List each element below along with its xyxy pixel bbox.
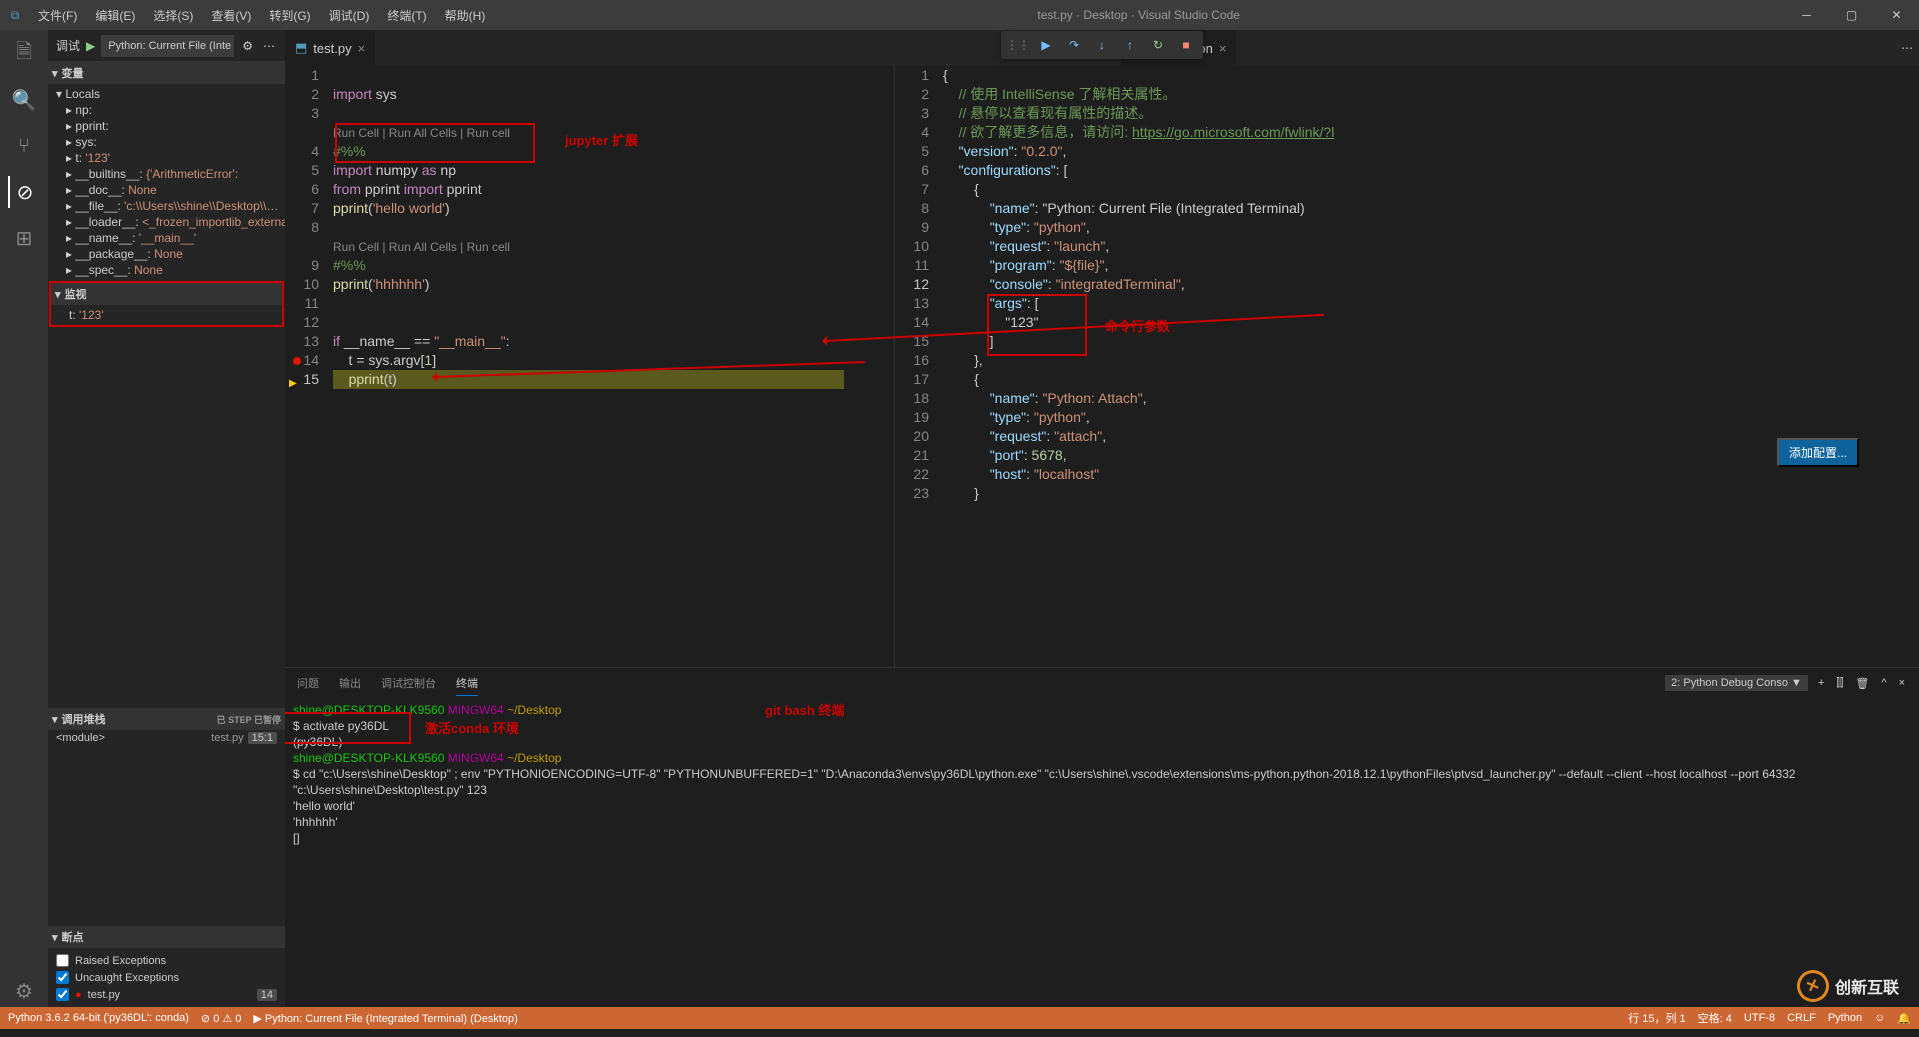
- variable-row[interactable]: ▸ __builtins__: {'ArithmeticError':: [48, 166, 285, 182]
- debug-sidebar: 调试 ▶ Python: Current File (Inte ▼ ⚙ ⋯ ▾变…: [48, 30, 285, 1007]
- minimize-button[interactable]: ─: [1784, 0, 1829, 30]
- stop-button[interactable]: ■: [1173, 32, 1199, 58]
- debug-more-icon[interactable]: ⋯: [261, 37, 277, 55]
- status-eol[interactable]: CRLF: [1787, 1012, 1816, 1024]
- locals-header[interactable]: ▾ Locals: [48, 86, 285, 102]
- maximize-button[interactable]: ▢: [1829, 0, 1874, 30]
- close-tab-icon[interactable]: ×: [1219, 41, 1227, 56]
- variable-row[interactable]: ▸ __file__: 'c:\\Users\\shine\\Desktop\\…: [48, 198, 285, 214]
- step-out-button[interactable]: ↑: [1117, 32, 1143, 58]
- editor-tab-bar: ⬒test.py× ⋮⋮ ▶ ↷ ↓ ↑ ↻ ■ ⫿⫿⋯ {}launch.js…: [285, 30, 1919, 66]
- status-bell-icon[interactable]: 🔔: [1897, 1012, 1911, 1025]
- terminal-line: $ activate py36DL: [293, 718, 1911, 734]
- minimap[interactable]: [844, 66, 894, 667]
- status-pos[interactable]: 行 15，列 1: [1628, 1010, 1685, 1026]
- panel-debug-console[interactable]: 调试控制台: [381, 671, 436, 695]
- search-icon[interactable]: 🔍: [8, 84, 40, 116]
- close-button[interactable]: ✕: [1874, 0, 1919, 30]
- debug-label: 调试: [56, 37, 80, 54]
- start-debug-button[interactable]: ▶: [86, 39, 95, 53]
- editor-left: 1234567891011121314▶15 import sysRun Cel…: [285, 66, 895, 667]
- terminal-line: 'hello world': [293, 798, 1911, 814]
- kill-terminal-icon[interactable]: 🗑: [1853, 675, 1871, 692]
- terminal-line: (py36DL): [293, 734, 1911, 750]
- scm-icon[interactable]: ⑂: [8, 130, 40, 162]
- variable-row[interactable]: ▸ pprint:: [48, 118, 285, 134]
- close-tab-icon[interactable]: ×: [358, 41, 366, 56]
- menu-goto[interactable]: 转到(G): [261, 3, 318, 28]
- editor-right: 1234567891011121314151617181920212223 { …: [895, 66, 1919, 667]
- variable-row[interactable]: ▸ __spec__: None: [48, 262, 285, 278]
- debug-config-dropdown[interactable]: Python: Current File (Inte ▼: [101, 35, 234, 57]
- menu-select[interactable]: 选择(S): [145, 3, 201, 28]
- status-spaces[interactable]: 空格: 4: [1698, 1010, 1732, 1026]
- panel-output[interactable]: 输出: [339, 671, 361, 695]
- watermark: ✕创新互联: [1797, 970, 1899, 1002]
- settings-icon[interactable]: ⚙: [8, 975, 40, 1007]
- explorer-icon[interactable]: 🗎: [8, 38, 40, 70]
- variable-row[interactable]: ▸ __loader__: <_frozen_importlib_externa…: [48, 214, 285, 230]
- terminal-dropdown[interactable]: 2: Python Debug Conso ▼: [1665, 675, 1808, 691]
- menu-bar: 文件(F) 编辑(E) 选择(S) 查看(V) 转到(G) 调试(D) 终端(T…: [30, 3, 493, 28]
- step-over-button[interactable]: ↷: [1061, 32, 1087, 58]
- step-into-button[interactable]: ↓: [1089, 32, 1115, 58]
- menu-edit[interactable]: 编辑(E): [87, 3, 143, 28]
- menu-terminal[interactable]: 终端(T): [379, 3, 434, 28]
- debug-icon[interactable]: ⊘: [8, 176, 40, 208]
- maximize-panel-icon[interactable]: ^: [1879, 675, 1888, 691]
- debug-settings-icon[interactable]: ⚙: [240, 37, 255, 55]
- watch-item[interactable]: t: '123': [51, 307, 282, 323]
- terminal-line: []: [293, 830, 1911, 846]
- minimap[interactable]: [1869, 66, 1919, 667]
- bp-uncaught[interactable]: Uncaught Exceptions: [48, 969, 285, 986]
- callstack-header[interactable]: ▾调用堆栈已 STEP 已暂停: [48, 708, 285, 730]
- continue-button[interactable]: ▶: [1033, 32, 1059, 58]
- status-feedback[interactable]: ☺: [1874, 1012, 1885, 1024]
- terminal-line: shine@DESKTOP-KLK9560 MINGW64 ~/Desktop: [293, 750, 1911, 766]
- extensions-icon[interactable]: ⊞: [8, 222, 40, 254]
- terminal-body[interactable]: 激活conda 环境 git bash 终端 shine@DESKTOP-KLK…: [285, 698, 1919, 1007]
- bp-raised[interactable]: Raised Exceptions: [48, 952, 285, 969]
- drag-handle-icon[interactable]: ⋮⋮: [1005, 32, 1031, 58]
- tab-test-py[interactable]: ⬒test.py×: [285, 30, 376, 66]
- status-encoding[interactable]: UTF-8: [1744, 1012, 1775, 1024]
- variable-row[interactable]: ▸ t: '123': [48, 150, 285, 166]
- panel-terminal[interactable]: 终端: [456, 671, 478, 696]
- add-config-button[interactable]: 添加配置...: [1777, 438, 1859, 467]
- bottom-panel: 问题 输出 调试控制台 终端 2: Python Debug Conso ▼ +…: [285, 667, 1919, 1007]
- vscode-icon: ⧉: [0, 8, 30, 23]
- status-launch[interactable]: ▶ Python: Current File (Integrated Termi…: [253, 1012, 517, 1025]
- debug-toolbar: ⋮⋮ ▶ ↷ ↓ ↑ ↻ ■: [1001, 31, 1203, 59]
- restart-button[interactable]: ↻: [1145, 32, 1171, 58]
- variable-row[interactable]: ▸ __doc__: None: [48, 182, 285, 198]
- menu-help[interactable]: 帮助(H): [437, 3, 494, 28]
- status-errors[interactable]: ⊘ 0 ⚠ 0: [201, 1012, 241, 1025]
- menu-view[interactable]: 查看(V): [203, 3, 259, 28]
- title-bar: ⧉ 文件(F) 编辑(E) 选择(S) 查看(V) 转到(G) 调试(D) 终端…: [0, 0, 1919, 30]
- activity-bar: 🗎 🔍 ⑂ ⊘ ⊞ ⚙: [0, 30, 48, 1007]
- menu-debug[interactable]: 调试(D): [321, 3, 378, 28]
- status-python[interactable]: Python 3.6.2 64-bit ('py36DL': conda): [8, 1012, 189, 1024]
- watch-header[interactable]: ▾监视: [51, 283, 282, 305]
- variable-row[interactable]: ▸ __name__: '__main__': [48, 230, 285, 246]
- close-panel-icon[interactable]: ×: [1897, 675, 1907, 691]
- panel-problems[interactable]: 问题: [297, 671, 319, 695]
- terminal-line: shine@DESKTOP-KLK9560 MINGW64 ~/Desktop: [293, 702, 1911, 718]
- variable-row[interactable]: ▸ __package__: None: [48, 246, 285, 262]
- new-terminal-icon[interactable]: +: [1816, 675, 1826, 691]
- terminal-line: $ cd "c:\Users\shine\Desktop" ; env "PYT…: [293, 766, 1911, 798]
- breakpoints-header[interactable]: ▾断点: [48, 926, 285, 948]
- callstack-row[interactable]: <module> test.py 15:1: [48, 730, 285, 746]
- variables-header[interactable]: ▾变量: [48, 62, 285, 84]
- variable-row[interactable]: ▸ np:: [48, 102, 285, 118]
- bp-file[interactable]: ●test.py14: [48, 986, 285, 1003]
- window-title: test.py · Desktop · Visual Studio Code: [493, 8, 1784, 22]
- menu-file[interactable]: 文件(F): [30, 3, 85, 28]
- terminal-line: 'hhhhhh': [293, 814, 1911, 830]
- variable-row[interactable]: ▸ sys:: [48, 134, 285, 150]
- split-terminal-icon[interactable]: ⫿⫿: [1834, 675, 1845, 692]
- status-bar: Python 3.6.2 64-bit ('py36DL': conda) ⊘ …: [0, 1007, 1919, 1029]
- status-lang[interactable]: Python: [1828, 1012, 1862, 1024]
- more-actions-icon[interactable]: ⋯: [1901, 41, 1913, 55]
